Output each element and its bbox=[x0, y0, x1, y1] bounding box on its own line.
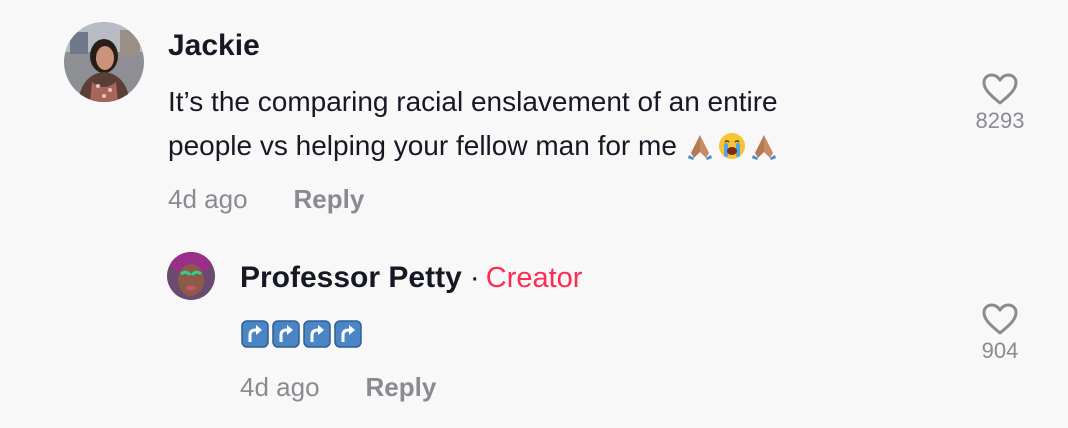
arrow-right-curving-up-icon bbox=[303, 320, 331, 348]
separator-dot: · bbox=[469, 261, 480, 294]
comment-text-line-1: It’s the comparing racial enslavement of… bbox=[168, 86, 778, 117]
avatar-image bbox=[167, 252, 215, 300]
folded-hands-icon bbox=[751, 135, 776, 160]
comment-username[interactable]: Jackie bbox=[168, 28, 260, 64]
loudly-crying-face-icon bbox=[718, 133, 745, 159]
like-button[interactable]: 8293 bbox=[960, 72, 1040, 134]
creator-badge: Creator bbox=[485, 262, 583, 294]
avatar-image bbox=[64, 22, 144, 102]
comment-meta: 4d ago Reply bbox=[168, 184, 364, 214]
avatar[interactable] bbox=[64, 22, 144, 102]
like-button[interactable]: 904 bbox=[960, 302, 1040, 364]
heart-outline-icon bbox=[982, 73, 1018, 105]
arrow-right-curving-up-icon bbox=[334, 320, 362, 348]
reply-username-row: Professor Petty · Creator bbox=[240, 260, 582, 296]
comment-timestamp: 4d ago bbox=[168, 184, 248, 214]
comment-text-line-2: people vs helping your fellow man for me bbox=[168, 124, 781, 168]
comment-text-line-2-text: people vs helping your fellow man for me bbox=[168, 130, 677, 161]
comment-emojis bbox=[685, 130, 781, 161]
reply-button[interactable]: Reply bbox=[366, 372, 437, 402]
like-count: 904 bbox=[981, 338, 1019, 363]
arrow-right-curving-up-icon bbox=[272, 320, 300, 348]
comment-timestamp: 4d ago bbox=[240, 372, 320, 402]
comment-username[interactable]: Professor Petty bbox=[240, 261, 462, 294]
comment-meta: 4d ago Reply bbox=[240, 372, 436, 402]
like-count: 8293 bbox=[975, 108, 1025, 133]
heart-outline-icon bbox=[982, 303, 1018, 335]
avatar[interactable] bbox=[167, 252, 215, 300]
folded-hands-icon bbox=[687, 135, 712, 160]
arrow-right-curving-up-icon bbox=[241, 320, 269, 348]
reply-button[interactable]: Reply bbox=[294, 184, 365, 214]
